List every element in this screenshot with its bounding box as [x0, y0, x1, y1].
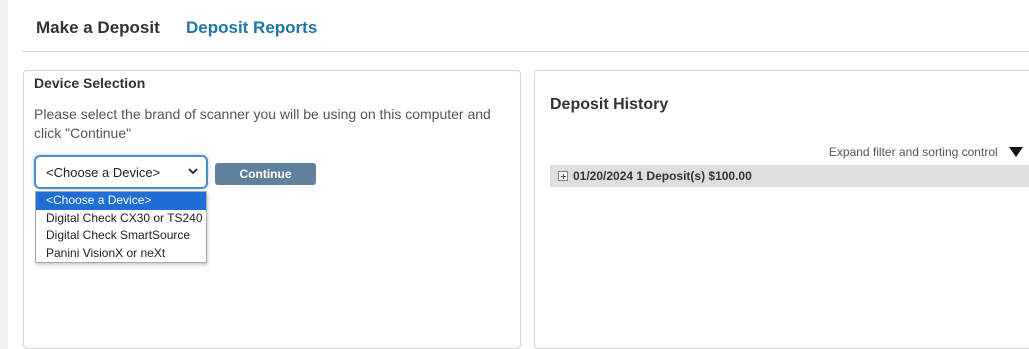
device-option-digital-check-cx30[interactable]: Digital Check CX30 or TS240: [36, 210, 206, 228]
tab-deposit-reports[interactable]: Deposit Reports: [186, 18, 317, 38]
device-dropdown-list: <Choose a Device> Digital Check CX30 or …: [35, 191, 207, 263]
device-option-panini-visionx[interactable]: Panini VisionX or neXt: [36, 245, 206, 263]
chevron-down-icon: [188, 168, 198, 175]
deposit-history-title: Deposit History: [550, 96, 669, 113]
plus-box-icon[interactable]: [558, 171, 568, 181]
deposit-history-panel: Deposit History Expand filter and sortin…: [534, 70, 1029, 349]
triangle-down-icon: [1009, 146, 1023, 157]
device-selection-instructions: Please select the brand of scanner you w…: [34, 106, 491, 141]
filter-sort-label: Expand filter and sorting control: [828, 144, 998, 159]
device-selection-panel: Device Selection Please select the brand…: [23, 70, 521, 349]
device-option-digital-check-smartsource[interactable]: Digital Check SmartSource: [36, 227, 206, 245]
tab-make-deposit[interactable]: Make a Deposit: [36, 18, 160, 38]
continue-button[interactable]: Continue: [215, 163, 316, 185]
tab-bar: Make a Deposit Deposit Reports: [22, 0, 1029, 52]
deposit-history-row[interactable]: 01/20/2024 1 Deposit(s) $100.00: [550, 165, 1029, 187]
device-option-choose[interactable]: <Choose a Device>: [36, 192, 206, 210]
device-selection-title: Device Selection: [34, 75, 146, 91]
deposit-row-label: 01/20/2024 1 Deposit(s) $100.00: [573, 169, 752, 183]
device-select[interactable]: <Choose a Device>: [34, 155, 208, 189]
page: Make a Deposit Deposit Reports Device Se…: [8, 0, 1029, 349]
device-select-value: <Choose a Device>: [46, 165, 161, 180]
filter-sort-toggle[interactable]: Expand filter and sorting control: [829, 144, 1023, 160]
